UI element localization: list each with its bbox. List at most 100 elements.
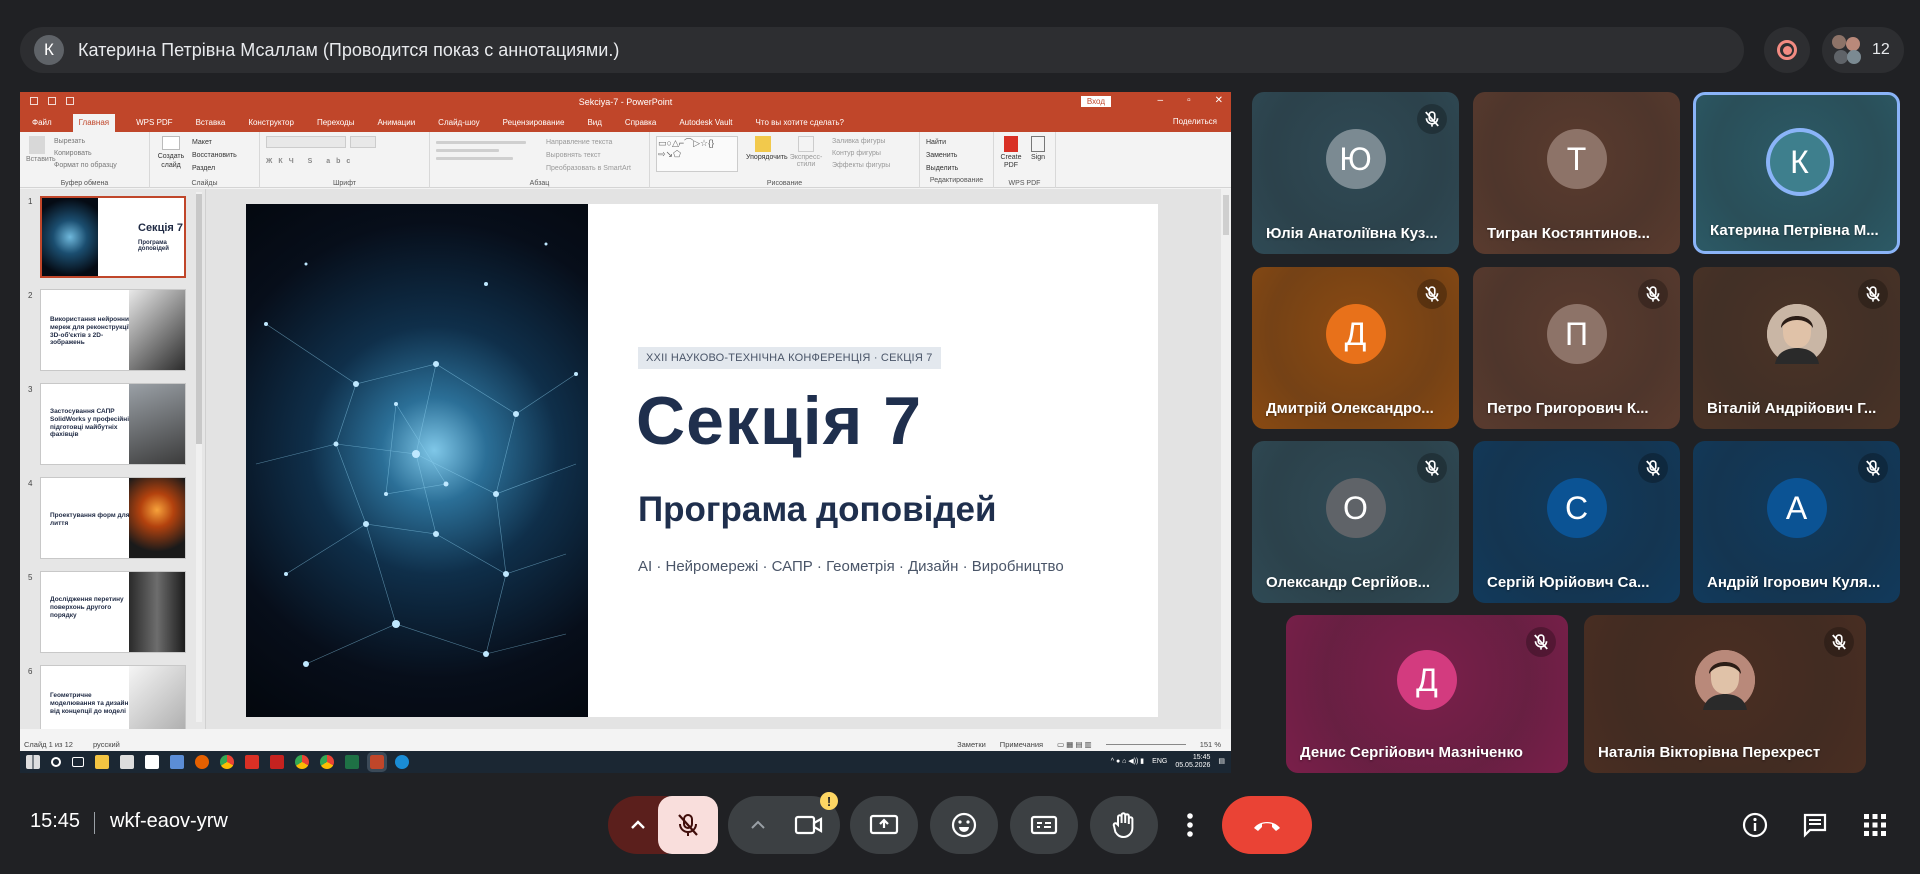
- tell-me-search[interactable]: Что вы хотите сделать?: [754, 118, 846, 132]
- font-name-box[interactable]: [266, 136, 346, 148]
- participant-tile[interactable]: О Олександр Сергійов...: [1252, 441, 1459, 603]
- participant-tile[interactable]: Т Тигран Костянтинов...: [1473, 92, 1680, 254]
- reset-button[interactable]: Восстановить: [192, 149, 237, 162]
- powerpoint-icon[interactable]: [367, 752, 387, 772]
- slide-thumbnail-5[interactable]: Дослідження перетину поверхонь другого п…: [40, 571, 186, 653]
- login-button[interactable]: Вход: [1080, 96, 1111, 107]
- microphone-button[interactable]: [658, 796, 718, 854]
- present-screen-button[interactable]: [850, 796, 918, 854]
- taskbar-clock[interactable]: 15:45 05.05.2026: [1175, 754, 1210, 770]
- text-direction-button[interactable]: Направление текста: [546, 136, 631, 149]
- tab-home[interactable]: Главная: [72, 114, 116, 132]
- acrobat-icon[interactable]: [245, 755, 259, 769]
- mail-icon[interactable]: [145, 755, 159, 769]
- keyboard-language[interactable]: ENG: [1152, 758, 1167, 766]
- tab-slideshow[interactable]: Слайд-шоу: [436, 118, 481, 132]
- tab-design[interactable]: Конструктор: [246, 118, 296, 132]
- copy-button[interactable]: Копировать: [54, 148, 117, 160]
- participant-tile[interactable]: К Катерина Петрівна М...: [1693, 92, 1900, 254]
- maximize-icon[interactable]: ▫: [1187, 95, 1191, 106]
- tab-transitions[interactable]: Переходы: [315, 118, 357, 132]
- shape-effects-button[interactable]: Эффекты фигуры: [832, 160, 890, 172]
- slide-thumbnail-6[interactable]: Геометричне моделювання та дизайн: від к…: [40, 665, 186, 729]
- find-button[interactable]: Найти: [926, 136, 987, 149]
- zoom-slider[interactable]: [1105, 743, 1186, 745]
- participant-tile[interactable]: Ю Юлія Анатоліївна Куз...: [1252, 92, 1459, 254]
- slide-thumbnail-4[interactable]: Проектування форм для лиття: [40, 477, 186, 559]
- format-painter-button[interactable]: Формат по образцу: [54, 160, 117, 172]
- raise-hand-button[interactable]: [1090, 796, 1158, 854]
- zoom-level[interactable]: 151 %: [1200, 740, 1221, 749]
- comments-button[interactable]: Примечания: [1000, 740, 1043, 749]
- paste-button[interactable]: Вставить: [26, 136, 56, 172]
- replace-button[interactable]: Заменить: [926, 149, 987, 162]
- participants-button[interactable]: 12: [1822, 27, 1904, 73]
- tab-autodesk-vault[interactable]: Autodesk Vault: [677, 118, 734, 132]
- search-icon[interactable]: [51, 757, 61, 767]
- meeting-info-button[interactable]: [1740, 810, 1770, 840]
- pdf-icon[interactable]: [270, 755, 284, 769]
- windows-start-icon[interactable]: [26, 755, 40, 769]
- smartart-button[interactable]: Преобразовать в SmartArt: [546, 162, 631, 175]
- task-view-icon[interactable]: [72, 757, 84, 767]
- sign-button[interactable]: Sign: [1028, 136, 1048, 170]
- shapes-gallery[interactable]: ▭○△⌐⌒▷☆{}⇨↘⬠: [656, 136, 738, 172]
- participant-tile[interactable]: Наталія Вікторівна Перехрест: [1584, 615, 1866, 773]
- current-slide[interactable]: XXII НАУКОВО-ТЕХНІЧНА КОНФЕРЕНЦІЯ · СЕКЦ…: [246, 204, 1158, 717]
- activities-button[interactable]: [1860, 810, 1890, 840]
- tab-help[interactable]: Справка: [623, 118, 658, 132]
- shape-outline-button[interactable]: Контур фигуры: [832, 148, 890, 160]
- tab-insert[interactable]: Вставка: [194, 118, 228, 132]
- edge-icon[interactable]: [395, 755, 409, 769]
- tab-file[interactable]: Файл: [30, 118, 54, 132]
- align-text-button[interactable]: Выровнять текст: [546, 149, 631, 162]
- tab-wps-pdf[interactable]: WPS PDF: [134, 118, 174, 132]
- arrange-button[interactable]: Упорядочить: [746, 136, 788, 172]
- participant-tile[interactable]: Віталій Андрійович Г...: [1693, 267, 1900, 429]
- slide-scrollbar[interactable]: [1221, 189, 1231, 729]
- close-icon[interactable]: ✕: [1215, 95, 1223, 106]
- tab-review[interactable]: Рецензирование: [501, 118, 567, 132]
- reactions-button[interactable]: [930, 796, 998, 854]
- file-explorer-icon[interactable]: [95, 755, 109, 769]
- chrome-icon[interactable]: [220, 755, 234, 769]
- slide-thumbnail-2[interactable]: Використання нейронних мереж для реконст…: [40, 289, 186, 371]
- share-button[interactable]: Поделиться: [1171, 117, 1219, 131]
- cut-button[interactable]: Вырезать: [54, 136, 117, 148]
- shape-fill-button[interactable]: Заливка фигуры: [832, 136, 890, 148]
- layout-button[interactable]: Макет: [192, 136, 237, 149]
- store-icon[interactable]: [120, 755, 134, 769]
- slide-thumbnail-1[interactable]: Секція 7 Програма доповідей: [40, 196, 186, 278]
- thumbnails-scrollbar[interactable]: [196, 192, 202, 722]
- firefox-icon[interactable]: [195, 755, 209, 769]
- participant-tile[interactable]: Д Дмитрій Олександро...: [1252, 267, 1459, 429]
- chrome-icon[interactable]: [320, 755, 334, 769]
- participant-tile[interactable]: С Сергій Юрійович Са...: [1473, 441, 1680, 603]
- language-indicator[interactable]: русский: [93, 740, 120, 749]
- participant-tile[interactable]: П Петро Григорович К...: [1473, 267, 1680, 429]
- notes-button[interactable]: Заметки: [957, 740, 986, 749]
- chat-button[interactable]: [1800, 810, 1830, 840]
- section-button[interactable]: Раздел: [192, 162, 237, 175]
- font-size-box[interactable]: [350, 136, 376, 148]
- quick-styles-button[interactable]: Экспресс-стили: [788, 136, 824, 172]
- save-app-icon[interactable]: [170, 755, 184, 769]
- leave-call-button[interactable]: [1222, 796, 1312, 854]
- slide-thumbnail-3[interactable]: Застосування САПР SolidWorks у професійн…: [40, 383, 186, 465]
- recording-indicator-button[interactable]: [1764, 27, 1810, 73]
- notifications-icon[interactable]: ▤: [1218, 758, 1225, 766]
- participant-tile[interactable]: Д Денис Сергійович Мазніченко: [1286, 615, 1568, 773]
- tab-view[interactable]: Вид: [585, 118, 603, 132]
- view-buttons[interactable]: ▭ ▦ ▤ ▥: [1057, 740, 1092, 749]
- chrome-icon[interactable]: [295, 755, 309, 769]
- minimize-icon[interactable]: –: [1158, 95, 1164, 106]
- create-pdf-button[interactable]: Create PDF: [1000, 136, 1022, 170]
- tray-icons[interactable]: ^ ● ⌂ ◀)) ▮: [1111, 758, 1144, 766]
- tab-animations[interactable]: Анимации: [375, 118, 417, 132]
- participant-tile[interactable]: А Андрій Ігорович Куля...: [1693, 441, 1900, 603]
- new-slide-button[interactable]: Создать слайд: [156, 136, 186, 175]
- captions-button[interactable]: [1010, 796, 1078, 854]
- more-options-button[interactable]: [1170, 796, 1210, 854]
- participant-avatars-icon: [1832, 35, 1862, 65]
- excel-icon[interactable]: [345, 755, 359, 769]
